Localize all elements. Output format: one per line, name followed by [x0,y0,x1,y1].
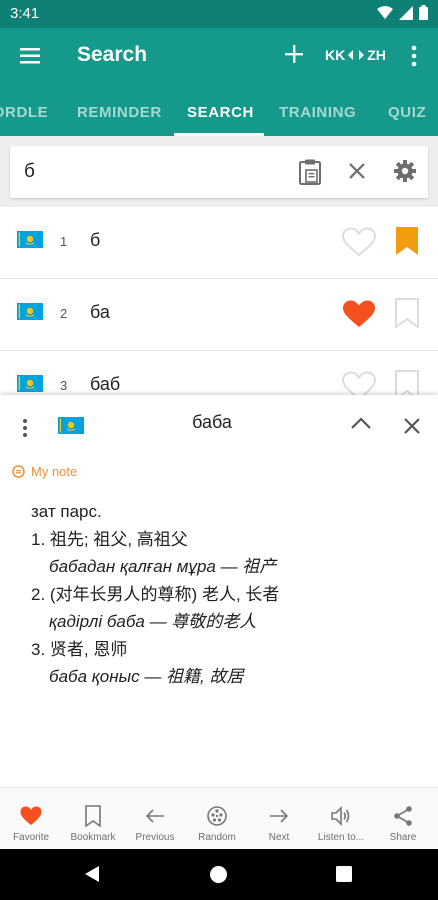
bookmark-icon [85,805,101,828]
settings-gear-icon[interactable] [393,159,417,183]
heart-icon [20,806,42,825]
page-title: Search [77,43,148,66]
previous-button[interactable]: Previous [124,788,186,850]
kazakhstan-flag-icon [17,375,43,392]
signal-icon [399,5,413,20]
sense-line: 1. 祖先; 祖父, 高祖父 [31,529,188,549]
lang-to: ZH [367,47,386,63]
random-button[interactable]: Random [186,788,248,850]
bookmark-button[interactable]: Bookmark [62,788,124,850]
my-note-link[interactable]: My note [12,464,77,479]
app-bar: Search KK ZH [0,28,438,84]
clear-icon[interactable] [347,161,367,181]
speaker-icon [331,806,350,826]
example-line: баба қоныс — 祖籍, 故居 [49,667,244,686]
status-time: 3:41 [10,5,40,22]
system-recents-icon[interactable] [336,866,352,882]
kazakhstan-flag-icon [17,231,43,248]
language-switcher[interactable]: KK ZH [325,47,386,63]
next-button[interactable]: Next [248,788,310,850]
overflow-menu-icon[interactable] [404,42,424,70]
search-input[interactable]: б [24,161,35,183]
dice-icon [207,806,227,826]
search-box: б [10,146,428,198]
tab-reminder[interactable]: REMINDER [77,104,162,121]
system-home-icon[interactable] [209,865,228,884]
next-label: Next [268,832,290,843]
list-item[interactable]: 1 б [0,207,438,279]
my-note-label: My note [31,464,78,479]
share-label: Share [389,832,417,843]
bookmark-filled-icon[interactable] [395,226,419,256]
previous-label: Previous [135,832,175,843]
heart-outline-icon[interactable] [342,227,376,257]
result-number: 1 [60,234,68,249]
part-of-speech: зат парс. [31,502,102,521]
arrow-right-icon [270,809,289,823]
result-word: б [90,230,101,250]
swap-arrows-icon [348,50,365,60]
sense-line: 3. 贤者, 恩师 [31,639,128,659]
search-area: б [0,136,438,210]
result-number: 2 [60,306,68,321]
lang-from: KK [325,47,346,63]
wifi-icon [377,5,393,19]
definition-body: зат парс. 1. 祖先; 祖父, 高祖父 бабадан қалған … [31,498,279,691]
result-number: 3 [60,378,68,393]
share-button[interactable]: Share [372,788,434,850]
tab-search[interactable]: SEARCH [187,104,254,121]
chevron-up-icon[interactable] [350,415,372,431]
favorite-label: Favorite [12,832,50,843]
battery-icon [419,5,428,20]
clipboard-icon[interactable] [298,158,322,186]
random-label: Random [198,832,236,843]
listen-label: Listen to... [317,832,365,843]
tab-wordle[interactable]: WORDLE [0,104,48,121]
example-line: қадірлі баба — 尊敬的老人 [49,612,257,631]
bottom-action-bar: Favorite Bookmark Previous Random Next L… [0,787,438,849]
share-icon [394,806,412,826]
bookmark-label: Bookmark [70,832,116,843]
hamburger-menu-icon[interactable] [18,44,42,68]
system-navigation-bar [0,849,438,900]
status-bar: 3:41 [0,0,438,28]
listen-button[interactable]: Listen to... [310,788,372,850]
word-detail-panel: баба My note зат парс. 1. 祖先; 祖父, 高祖父 ба… [0,395,438,787]
result-word: баб [90,374,121,394]
arrow-left-icon [145,809,164,823]
kazakhstan-flag-icon [17,303,43,320]
close-icon[interactable] [403,417,421,435]
tab-bar: WORDLE REMINDER SEARCH TRAINING QUIZ [0,84,438,136]
example-line: бабадан қалған мұра — 祖产 [49,557,277,576]
list-item[interactable]: 2 ба [0,279,438,351]
tab-training[interactable]: TRAINING [279,104,356,121]
favorite-button[interactable]: Favorite [0,788,62,850]
system-back-icon[interactable] [84,865,100,883]
add-icon[interactable] [282,42,306,66]
tab-quiz[interactable]: QUIZ [388,104,426,121]
sense-line: 2. (对年长男人的尊称) 老人, 长者 [31,584,280,604]
system-icons [377,5,428,20]
bookmark-outline-icon[interactable] [395,298,419,328]
note-icon [12,465,25,478]
result-word: ба [90,302,110,322]
heart-filled-icon[interactable] [342,299,376,329]
